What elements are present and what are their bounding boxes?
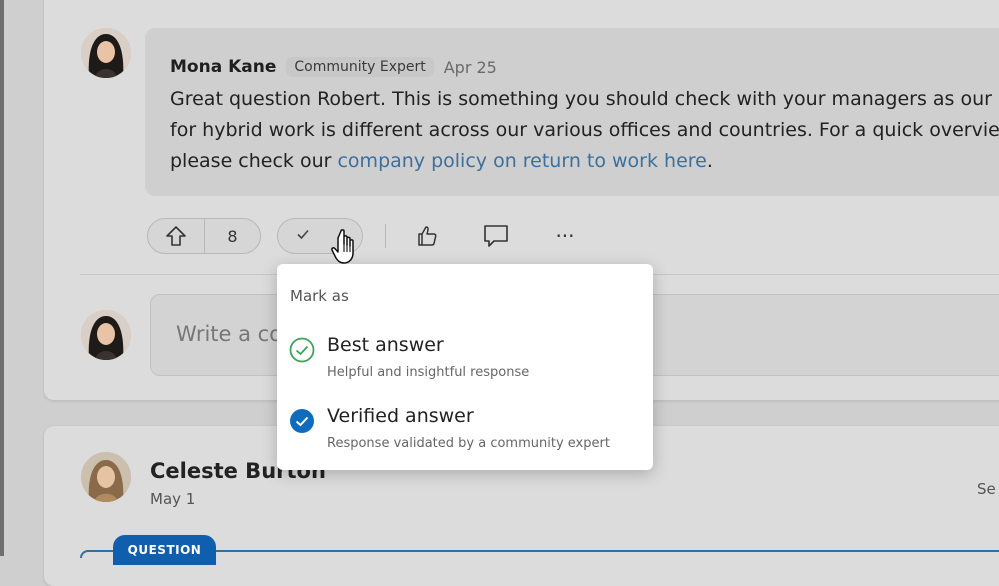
- message-text: please check our: [170, 150, 338, 172]
- author-name[interactable]: Mona Kane: [170, 57, 276, 77]
- celeste-avatar[interactable]: [81, 452, 131, 502]
- more-options-icon[interactable]: ···: [550, 222, 580, 250]
- next-post-date: May 1: [150, 490, 196, 508]
- upvote-count: 8: [227, 226, 238, 246]
- menu-item-description: Response validated by a community expert: [327, 436, 610, 451]
- message-line: for hybrid work is different across our …: [170, 119, 999, 141]
- menu-item-label: Verified answer: [327, 405, 474, 427]
- question-frame: [80, 550, 999, 558]
- message-line: please check our company policy on retur…: [170, 146, 999, 177]
- menu-title: Mark as: [290, 287, 349, 305]
- post-message: Great question Robert. This is something…: [170, 84, 999, 177]
- see-link[interactable]: Se: [977, 480, 996, 498]
- post-meta: Mona Kane Community Expert Apr 25: [170, 56, 497, 78]
- menu-item-label: Best answer: [327, 334, 444, 356]
- menu-item-description: Helpful and insightful response: [327, 365, 530, 380]
- mark-as-menu: Mark as Best answer Helpful and insightf…: [277, 264, 653, 470]
- upvote-arrow-icon[interactable]: [148, 219, 205, 253]
- author-avatar[interactable]: [81, 28, 131, 78]
- message-line: Great question Robert. This is something…: [170, 88, 992, 110]
- menu-item-verified-answer[interactable]: Verified answer Response validated by a …: [277, 405, 653, 465]
- policy-link[interactable]: company policy on return to work here: [337, 150, 706, 172]
- check-icon: [296, 227, 310, 245]
- reply-placeholder: Write a co: [176, 322, 283, 346]
- message-text: .: [706, 150, 713, 172]
- window-edge: [0, 0, 4, 556]
- action-divider: [385, 224, 386, 248]
- comment-icon[interactable]: [481, 222, 511, 250]
- menu-item-best-answer[interactable]: Best answer Helpful and insightful respo…: [277, 334, 653, 394]
- post-date: Apr 25: [443, 57, 497, 77]
- upvote-button[interactable]: 8: [147, 218, 261, 254]
- thumbs-up-icon[interactable]: [412, 222, 442, 250]
- question-tag: QUESTION: [113, 535, 216, 565]
- community-expert-badge: Community Expert: [286, 57, 434, 77]
- hand-cursor-icon: [330, 228, 364, 270]
- check-circle-outline-icon: [289, 337, 315, 363]
- current-user-avatar: [81, 310, 131, 360]
- check-circle-filled-icon: [289, 408, 315, 434]
